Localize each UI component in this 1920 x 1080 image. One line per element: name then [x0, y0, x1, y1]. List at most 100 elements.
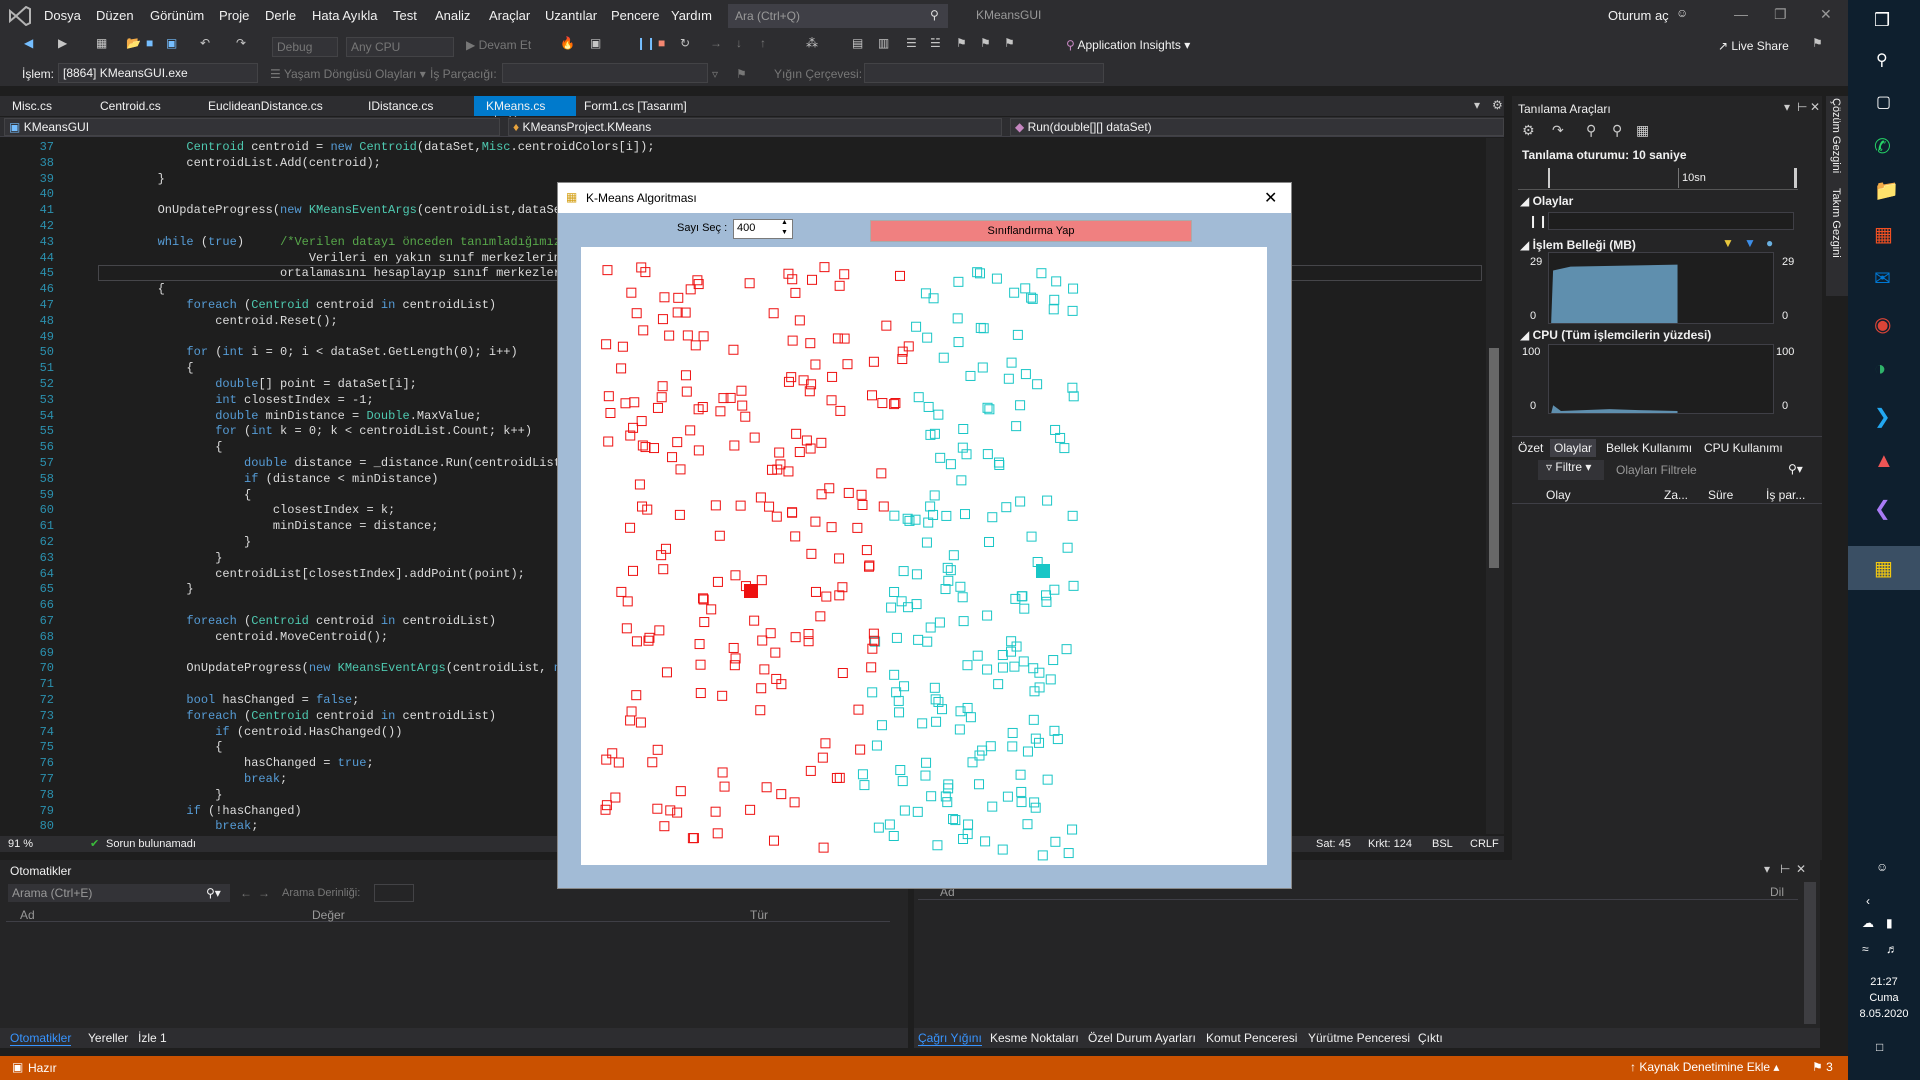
panel-menu-icon[interactable]: ▾	[1784, 100, 1790, 114]
col-event[interactable]: Olay	[1546, 488, 1571, 502]
tab-command-window[interactable]: Komut Penceresi	[1206, 1031, 1297, 1045]
network-app-icon[interactable]: ◑	[1874, 358, 1886, 381]
zoom-level[interactable]: 91 %	[8, 838, 33, 850]
platform-select[interactable]: Any CPU	[346, 37, 454, 57]
search-input[interactable]: Ara (Ctrl+Q)	[728, 4, 948, 28]
code-line[interactable]: {	[100, 361, 193, 375]
tab-centroid[interactable]: Centroid.cs	[88, 96, 173, 116]
line-indicator[interactable]: Sat: 45	[1316, 838, 1351, 850]
task-view-icon[interactable]: ▢	[1876, 92, 1891, 112]
whitespace-indicator[interactable]: BSL	[1432, 838, 1453, 850]
battery-icon[interactable]: ▮	[1886, 916, 1893, 930]
process-select[interactable]: [8864] KMeansGUI.exe	[58, 63, 258, 83]
app-red-icon[interactable]: ▲	[1874, 450, 1894, 473]
wifi-icon[interactable]: ≈	[1862, 942, 1869, 956]
lifecycle-events-button[interactable]: ☰ Yaşam Döngüsü Olayları ▾	[270, 67, 426, 81]
people-icon[interactable]: ☺	[1876, 860, 1888, 874]
step-over-icon[interactable]: →	[710, 36, 722, 58]
stack-frame-select[interactable]	[864, 63, 1104, 83]
menu-item-10[interactable]: Uzantılar	[545, 8, 597, 23]
tab-settings-icon[interactable]: ⚙	[1492, 98, 1503, 112]
code-line[interactable]: if (!hasChanged)	[100, 804, 301, 818]
eol-indicator[interactable]: CRLF	[1470, 838, 1499, 850]
tab-exception-settings[interactable]: Özel Durum Ayarları	[1088, 1031, 1196, 1045]
cpu-graph[interactable]	[1548, 344, 1774, 414]
tab-locals[interactable]: Yereller	[88, 1031, 128, 1045]
source-control-button[interactable]: ↑ Kaynak Denetimine Ekle ▴	[1630, 1060, 1779, 1074]
menu-item-4[interactable]: Proje	[219, 8, 249, 23]
code-line[interactable]: }	[100, 172, 165, 186]
search-forward-icon[interactable]: →	[258, 886, 270, 900]
code-line[interactable]: bool hasChanged = false;	[100, 693, 359, 707]
close-icon[interactable]: ✕	[1820, 6, 1832, 23]
autos-search-icon[interactable]: ⚲▾	[206, 886, 221, 900]
col-value[interactable]: Değer	[312, 908, 345, 922]
forward-icon[interactable]: ▶	[58, 36, 67, 58]
classify-button[interactable]: Sınıflandırma Yap	[870, 220, 1192, 242]
tab-overflow-icon[interactable]: ▾	[1474, 98, 1480, 112]
save-all-icon[interactable]: ▣	[166, 36, 177, 58]
code-line[interactable]: double minDistance = Double.MaxValue;	[100, 409, 481, 423]
screenshot-icon[interactable]: ▣	[590, 36, 601, 58]
code-line[interactable]: int closestIndex = -1;	[100, 393, 373, 407]
zoom-in-icon[interactable]: ⚲	[1586, 122, 1596, 139]
tab-breakpoints[interactable]: Kesme Noktaları	[990, 1031, 1079, 1045]
code-line[interactable]: }	[100, 551, 222, 565]
code-line[interactable]: }	[100, 788, 222, 802]
onedrive-icon[interactable]: ☁	[1862, 916, 1874, 930]
stop-icon[interactable]: ■	[658, 36, 665, 58]
code-line[interactable]: double distance = _distance.Run(centroid…	[100, 456, 590, 470]
timeline-ruler[interactable]: 10sn	[1518, 168, 1798, 190]
tab-idistance[interactable]: IDistance.cs	[356, 96, 445, 116]
panel-close-icon[interactable]: ✕	[1810, 100, 1820, 114]
code-line[interactable]: centroid.MoveCentroid();	[100, 630, 388, 644]
thread-select[interactable]	[502, 63, 708, 83]
tab-form1-designer[interactable]: Form1.cs [Tasarım]	[572, 96, 699, 116]
menu-item-12[interactable]: Yardım	[671, 8, 712, 23]
tab-kmeans[interactable]: KMeans.cs ⊢ ✕	[474, 96, 576, 127]
code-line[interactable]: for (int i = 0; i < dataSet.GetLength(0)…	[100, 345, 517, 359]
project-select[interactable]: ▣ KMeansGUI	[4, 118, 500, 136]
uncomment-icon[interactable]: ☱	[930, 36, 941, 58]
redo-icon[interactable]: ↷	[236, 36, 246, 58]
filter-button[interactable]: ▿ Filtre ▾	[1538, 460, 1604, 480]
cs-col-language[interactable]: Dil	[1770, 885, 1784, 899]
code-line[interactable]: centroid.Reset();	[100, 314, 337, 328]
vscode-icon[interactable]: ❯	[1874, 404, 1891, 429]
menu-item-6[interactable]: Hata Ayıkla	[312, 8, 378, 23]
zoom-out-icon[interactable]: ⚲	[1612, 122, 1622, 139]
code-line[interactable]: break;	[100, 772, 287, 786]
undo-icon[interactable]: ↶	[200, 36, 210, 58]
code-line[interactable]: if (distance < minDistance)	[100, 472, 438, 486]
chrome-icon[interactable]: ◉	[1874, 312, 1891, 337]
code-line[interactable]: break;	[100, 819, 258, 833]
continue-button[interactable]: ▶ Devam Et	[466, 38, 531, 60]
timeline-end-marker[interactable]	[1794, 168, 1797, 188]
events-filter-input[interactable]: Olayları Filtrele	[1612, 460, 1812, 480]
code-line[interactable]: minDistance = distance;	[100, 519, 439, 533]
code-line[interactable]: foreach (Centroid centroid in centroidLi…	[100, 709, 496, 723]
menu-item-1[interactable]: Dosya	[44, 8, 81, 23]
tab-watch1[interactable]: İzle 1	[138, 1031, 167, 1045]
cs-menu-icon[interactable]: ▾	[1764, 862, 1770, 876]
hot-reload-icon[interactable]: 🔥	[560, 36, 575, 58]
bookmark-icon[interactable]: ⚑	[956, 36, 967, 58]
menu-item-3[interactable]: Görünüm	[150, 8, 204, 23]
dialog-close-icon[interactable]: ✕	[1264, 188, 1277, 208]
search-back-icon[interactable]: ←	[240, 886, 252, 900]
export-icon[interactable]: ↷	[1552, 122, 1564, 139]
events-header[interactable]: ◢ Olaylar	[1520, 194, 1573, 208]
reset-view-icon[interactable]: ▦	[1636, 122, 1649, 139]
restart-icon[interactable]: ↻	[680, 36, 690, 58]
store-icon[interactable]: ▦	[1874, 222, 1893, 247]
code-line[interactable]: }	[100, 582, 193, 596]
cs-pin-icon[interactable]: ⊢	[1780, 862, 1790, 876]
windows-start-icon[interactable]: ❒	[1874, 10, 1890, 31]
code-line[interactable]: double[] point = dataSet[i];	[100, 377, 417, 391]
action-center-icon[interactable]: □	[1876, 1040, 1883, 1054]
events-track[interactable]	[1548, 212, 1794, 230]
menu-item-5[interactable]: Derle	[265, 8, 296, 23]
member-select[interactable]: ◆ Run(double[][] dataSet)	[1010, 118, 1504, 136]
code-line[interactable]: if (centroid.HasChanged())	[100, 725, 402, 739]
step-into-icon[interactable]: ↓	[736, 36, 742, 58]
